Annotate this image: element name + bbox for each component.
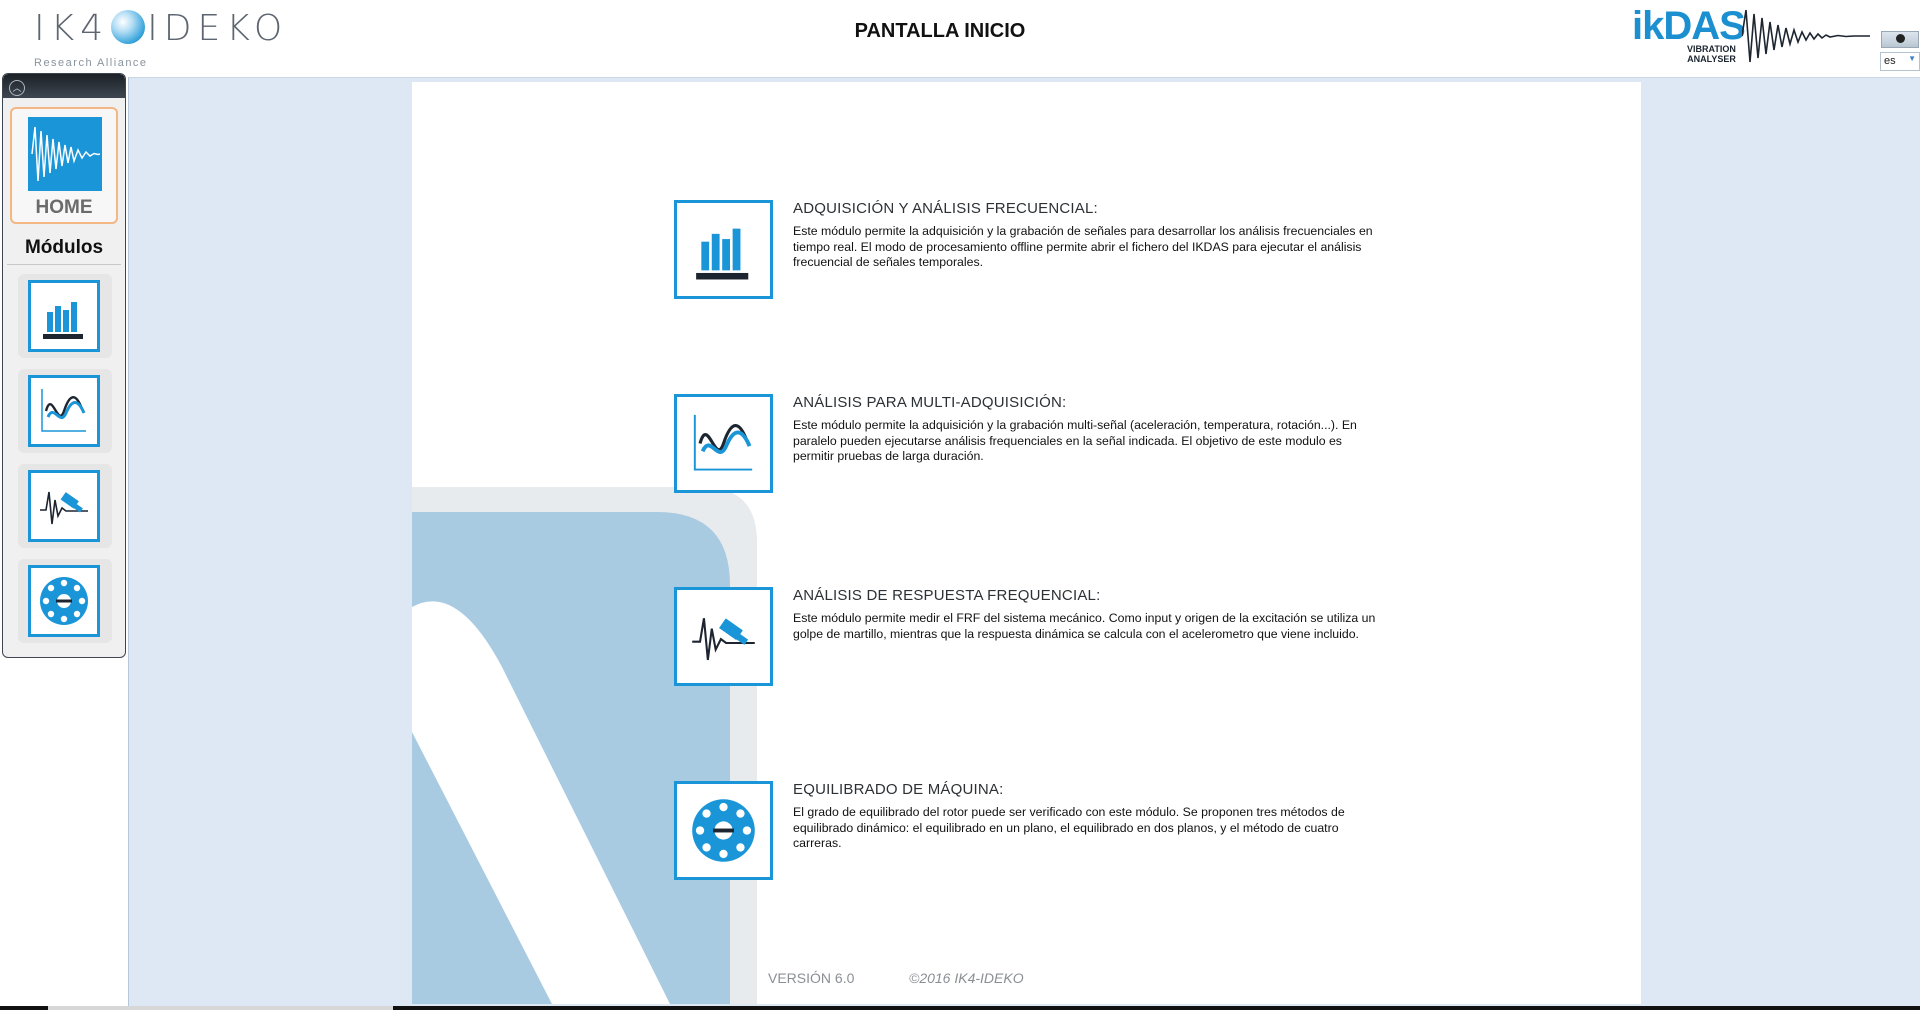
chevron-down-icon: ▼	[1908, 54, 1916, 63]
sidebar-topbar: ︿	[3, 74, 125, 98]
language-value: es	[1884, 55, 1896, 67]
hammer-impact-icon	[674, 587, 773, 686]
home-button[interactable]: HOME	[10, 107, 118, 224]
sidebar-item-frequency-analysis[interactable]	[18, 274, 112, 358]
module-multi-acquisition[interactable]: ANÁLISIS PARA MULTI-ADQUISICIÓN: Este mó…	[674, 394, 1394, 494]
bar-chart-icon	[674, 200, 773, 299]
module-title: EQUILIBRADO DE MÁQUINA:	[793, 781, 1004, 798]
rotor-balance-icon	[28, 565, 100, 637]
module-frequency-response[interactable]: ANÁLISIS DE RESPUESTA FREQUENCIAL: Este …	[674, 587, 1394, 687]
ikdas-subtitle-line1: VIBRATION	[1687, 44, 1736, 54]
module-frequency-analysis[interactable]: ADQUISICIÓN Y ANÁLISIS FRECUENCIAL: Este…	[674, 200, 1394, 300]
user-button[interactable]	[1881, 31, 1919, 48]
module-description: El grado de equilibrado del rotor puede …	[793, 805, 1345, 850]
module-description: Este módulo permite la adquisición y la …	[793, 418, 1357, 463]
module-title: ADQUISICIÓN Y ANÁLISIS FRECUENCIAL:	[793, 200, 1098, 217]
home-label: HOME	[35, 197, 93, 218]
home-wave-icon	[28, 117, 102, 191]
ikdas-name: ikDAS	[1632, 4, 1746, 48]
language-select[interactable]: es ▼	[1880, 52, 1920, 71]
sidebar-item-multi-acquisition[interactable]	[18, 369, 112, 453]
page-title: PANTALLA INICIO	[854, 20, 1026, 42]
sidebar-divider	[7, 264, 121, 265]
bottom-edge	[0, 1006, 1920, 1010]
version-label: VERSIÓN 6.0	[768, 970, 855, 986]
multi-signal-icon	[28, 375, 100, 447]
ikdas-subtitle-line2: ANALYSER	[1687, 54, 1736, 64]
brand-tagline: Research Alliance	[34, 57, 148, 69]
home-panel: ADQUISICIÓN Y ANÁLISIS FRECUENCIAL: Este…	[412, 82, 1641, 1004]
sidebar-item-machine-balancing[interactable]	[18, 559, 112, 643]
bar-chart-icon	[28, 280, 100, 352]
user-icon	[1896, 34, 1905, 43]
vibration-wave-icon	[1742, 9, 1870, 63]
collapse-icon[interactable]: ︿	[9, 80, 25, 96]
ikdas-logo: ikDAS VIBRATION ANALYSER	[1632, 4, 1872, 68]
module-title: ANÁLISIS DE RESPUESTA FREQUENCIAL:	[793, 587, 1101, 604]
module-title: ANÁLISIS PARA MULTI-ADQUISICIÓN:	[793, 394, 1067, 411]
sidebar: ︿ HOME Módulos	[2, 73, 126, 658]
module-machine-balancing[interactable]: EQUILIBRADO DE MÁQUINA: El grado de equi…	[674, 781, 1394, 881]
hammer-impact-icon	[28, 470, 100, 542]
modules-title: Módulos	[24, 237, 104, 258]
copyright-label: ©2016 IK4-IDEKO	[909, 970, 1024, 986]
module-description: Este módulo permite medir el FRF del sis…	[793, 611, 1376, 641]
sidebar-item-frequency-response[interactable]	[18, 464, 112, 548]
rotor-balance-icon	[674, 781, 773, 880]
multi-signal-icon	[674, 394, 773, 493]
ikdas-subtitle: VIBRATION ANALYSER	[1687, 44, 1736, 64]
module-description: Este módulo permite la adquisición y la …	[793, 224, 1373, 269]
